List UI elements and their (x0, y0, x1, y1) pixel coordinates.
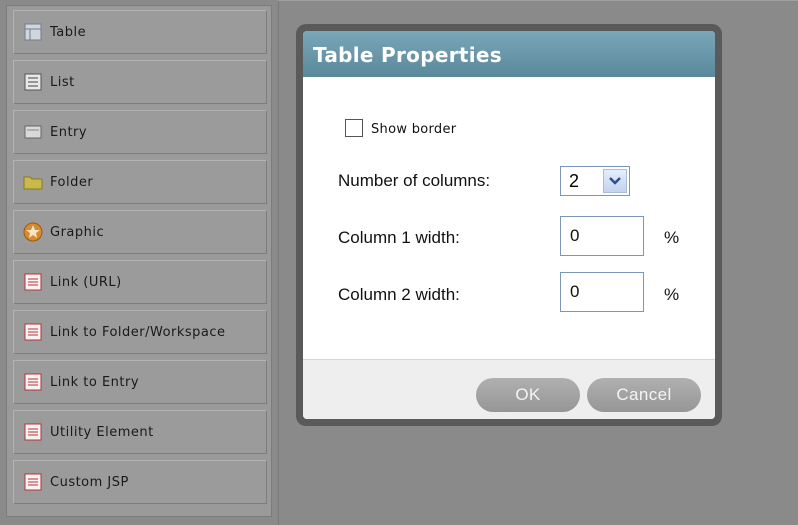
columns-select-value: 2 (569, 170, 580, 191)
cancel-button[interactable]: Cancel (587, 378, 701, 412)
palette-item-folder[interactable]: Folder (13, 160, 267, 204)
dialog-body: Table Properties Show border Number of c… (303, 31, 715, 419)
folder-icon (22, 171, 44, 193)
element-palette: Table List Entry Folder Graphic Link (UR… (6, 5, 272, 517)
utility-element-icon (22, 421, 44, 443)
show-border-checkbox[interactable] (345, 119, 363, 137)
col1-width-label: Column 1 width: (338, 228, 460, 247)
table-icon (22, 21, 44, 43)
graphic-icon (22, 221, 44, 243)
ok-button[interactable]: OK (476, 378, 580, 412)
entry-icon (22, 121, 44, 143)
palette-item-label: Link to Folder/Workspace (50, 324, 226, 340)
palette-item-label: Link (URL) (50, 274, 122, 290)
link-entry-icon (22, 371, 44, 393)
palette-item-label: Utility Element (50, 424, 154, 440)
palette-item-label: Link to Entry (50, 374, 140, 390)
custom-jsp-icon (22, 471, 44, 493)
panel-divider (278, 0, 279, 525)
palette-item-utility-element[interactable]: Utility Element (13, 410, 267, 454)
col1-percent: % (664, 228, 680, 247)
columns-label: Number of columns: (338, 171, 491, 190)
chevron-down-icon[interactable] (603, 169, 627, 193)
show-border-label: Show border (371, 122, 457, 137)
dialog-footer: OK Cancel (303, 359, 715, 419)
palette-item-label: Entry (50, 124, 88, 140)
col2-width-label: Column 2 width: (338, 285, 460, 304)
palette-item-table[interactable]: Table (13, 10, 267, 54)
columns-select[interactable]: 2 (560, 166, 630, 196)
link-url-icon (22, 271, 44, 293)
palette-item-label: List (50, 74, 75, 90)
palette-item-entry[interactable]: Entry (13, 110, 267, 154)
table-properties-dialog: Table Properties Show border Number of c… (296, 24, 722, 426)
palette-item-custom-jsp[interactable]: Custom JSP (13, 460, 267, 504)
col2-width-input[interactable]: 0 (560, 272, 644, 312)
col2-percent: % (664, 285, 680, 304)
canvas-top-border (278, 0, 798, 1)
palette-item-label: Custom JSP (50, 474, 129, 490)
list-icon (22, 71, 44, 93)
palette-item-label: Table (50, 24, 87, 40)
palette-item-label: Folder (50, 174, 94, 190)
palette-item-link-url[interactable]: Link (URL) (13, 260, 267, 304)
dialog-title[interactable]: Table Properties (303, 31, 715, 77)
palette-item-link-entry[interactable]: Link to Entry (13, 360, 267, 404)
palette-item-list[interactable]: List (13, 60, 267, 104)
col1-width-input[interactable]: 0 (560, 216, 644, 256)
palette-item-graphic[interactable]: Graphic (13, 210, 267, 254)
link-folder-icon (22, 321, 44, 343)
palette-item-label: Graphic (50, 224, 105, 240)
palette-item-link-folder[interactable]: Link to Folder/Workspace (13, 310, 267, 354)
